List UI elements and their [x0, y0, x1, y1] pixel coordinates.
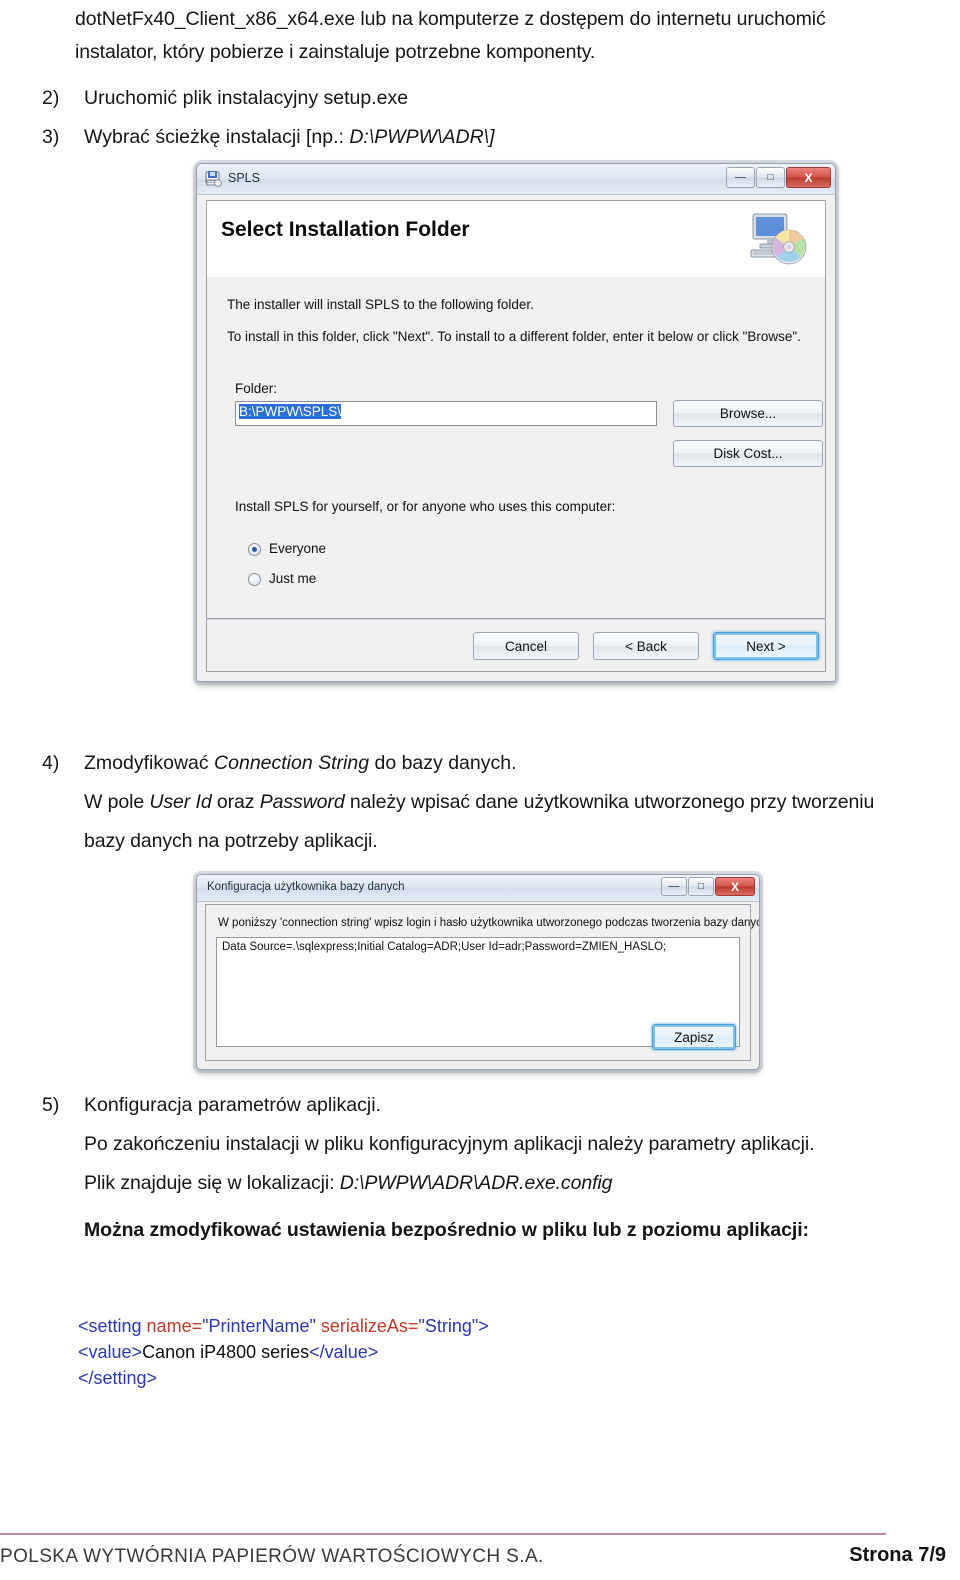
list-item-step-2: 2) Uruchomić plik instalacyjny setup.exe	[42, 79, 922, 118]
step-4-l2-prefix: W pole	[84, 791, 150, 813]
code-line1-tag-open: <setting	[78, 1316, 147, 1336]
back-button[interactable]: < Back	[593, 632, 699, 660]
maximize-icon: □	[767, 171, 774, 183]
folder-path-value: B:\PWPW\SPLS\	[239, 404, 342, 419]
disk-cost-button[interactable]: Disk Cost...	[673, 440, 823, 467]
save-button[interactable]: Zapisz	[652, 1024, 736, 1050]
step-3-path: D:\PWPW\ADR\]	[349, 126, 495, 148]
step-4-l2-mid: oraz	[211, 791, 260, 813]
config-minimize-button[interactable]: —	[661, 877, 687, 896]
footer-page-number: Strona 7/9	[849, 1544, 946, 1566]
installer-title-bar: SPLS — □ X	[197, 164, 835, 195]
radio-everyone[interactable]	[248, 543, 261, 556]
installer-instruction-line1: The installer will install SPLS to the f…	[227, 297, 534, 312]
step-3-prefix: Wybrać ścieżkę instalacji [np.:	[84, 126, 350, 148]
code-line1-attr-serializeas: serializeAs=	[320, 1316, 419, 1336]
step-4-l1-emphasis: Connection String	[214, 752, 370, 774]
code-line1-attr-name: name=	[146, 1316, 203, 1336]
code-line-1: <setting name="PrinterName" serializeAs=…	[78, 1313, 489, 1339]
minimize-icon: —	[735, 171, 746, 183]
maximize-button[interactable]: □	[756, 167, 785, 188]
code-line2-close-tag: </value>	[309, 1342, 379, 1362]
step-4-line3: bazy danych na potrzeby aplikacji.	[84, 830, 378, 852]
footer-divider	[0, 1533, 886, 1535]
footer-company-name: POLSKA WYTWÓRNIA PAPIERÓW WARTOŚCIOWYCH …	[0, 1546, 544, 1567]
config-window-controls: — □ X	[661, 877, 755, 896]
step-5-line3: Plik znajduje się w lokalizacji: D:\PWPW…	[84, 1164, 950, 1203]
intro-line1-text: dotNetFx40_Client_x86_x64.exe lub na kom…	[75, 8, 826, 30]
code-line1-tag-close: >	[478, 1316, 489, 1336]
code-line-2: <value>Canon iP4800 series</value>	[78, 1339, 489, 1365]
code-line3-close-tag: </setting>	[78, 1368, 158, 1388]
list-item-step-3: 3) Wybrać ścieżkę instalacji [np.: D:\PW…	[42, 118, 922, 157]
config-title-bar: Konfiguracja użytkownika bazy danych — □…	[197, 875, 759, 902]
installer-header-band: Select Installation Folder	[206, 200, 826, 278]
step-5-line2: Po zakończeniu instalacji w pliku konfig…	[84, 1133, 815, 1155]
step-3-number: 3)	[42, 126, 60, 148]
step-5-line1: Konfiguracja parametrów aplikacji.	[84, 1094, 381, 1116]
config-close-button[interactable]: X	[715, 877, 755, 896]
install-scope-label: Install SPLS for yourself, or for anyone…	[235, 499, 616, 514]
intro-line2-text: instalator, który pobierze i zainstaluje…	[75, 41, 596, 63]
list-item-step-4: 4) Zmodyfikować Connection String do baz…	[42, 744, 932, 783]
step-2-text: Uruchomić plik instalacyjny setup.exe	[84, 87, 409, 109]
step-4-line2: W pole User Id oraz Password należy wpis…	[84, 783, 950, 822]
config-maximize-icon: □	[697, 880, 705, 892]
installer-dialog-window: SPLS — □ X Select Installation Folder Th…	[196, 163, 836, 682]
radio-everyone-label: Everyone	[269, 541, 327, 556]
step-4-l1-prefix: Zmodyfikować	[84, 752, 215, 774]
step-4-number: 4)	[42, 752, 60, 774]
folder-field-label: Folder:	[235, 381, 278, 396]
installer-window-controls: — □ X	[726, 167, 831, 188]
config-title-text: Konfiguracja użytkownika bazy danych	[207, 881, 405, 893]
minimize-button[interactable]: —	[726, 167, 755, 188]
document-page: dotNetFx40_Client_x86_x64.exe lub na kom…	[0, 0, 960, 1580]
folder-path-input[interactable]: B:\PWPW\SPLS\	[235, 401, 657, 426]
step-3-text: Wybrać ścieżkę instalacji [np.: D:\PWPW\…	[84, 118, 922, 157]
step-4-userid: User Id	[149, 791, 212, 813]
config-minimize-icon: —	[668, 880, 680, 892]
config-maximize-button[interactable]: □	[688, 877, 714, 896]
step-2-number: 2)	[42, 87, 60, 109]
intro-paragraph-line2: instalator, który pobierze i zainstaluje…	[75, 33, 947, 72]
code-line1-attr-value: "PrinterName"	[202, 1316, 321, 1336]
code-line2-printer-name: Canon iP4800 series	[142, 1342, 310, 1362]
browse-button[interactable]: Browse...	[673, 400, 823, 427]
installer-header-title: Select Installation Folder	[221, 218, 470, 241]
code-line1-serializeas-value: "String"	[418, 1316, 479, 1336]
computer-disc-icon	[749, 211, 809, 267]
config-body: W poniższy 'connection string' wpisz log…	[205, 904, 759, 1061]
next-button[interactable]: Next >	[713, 632, 819, 660]
radio-just-me-label: Just me	[269, 571, 317, 586]
code-line-3: </setting>	[78, 1365, 489, 1391]
step-5-l3-prefix: Plik znajduje się w lokalizacji:	[84, 1172, 340, 1194]
installer-instruction-line2: To install in this folder, click "Next".…	[227, 329, 801, 344]
step-5-number: 5)	[42, 1094, 60, 1116]
step-4-l2-suffix: należy wpisać dane użytkownika utworzone…	[344, 791, 875, 813]
config-dialog-window: Konfiguracja użytkownika bazy danych — □…	[196, 874, 760, 1070]
config-instruction-text: W poniższy 'connection string' wpisz log…	[218, 917, 760, 929]
close-icon: X	[804, 170, 813, 185]
list-item-step-5: 5) Konfiguracja parametrów aplikacji.	[42, 1086, 932, 1125]
installer-title-text: SPLS	[228, 171, 260, 185]
cancel-button[interactable]: Cancel	[473, 632, 579, 660]
step-5-line4: Można zmodyfikować ustawienia bezpośredn…	[84, 1219, 809, 1241]
installer-button-bar: Cancel < Back Next >	[206, 619, 826, 672]
config-close-icon: X	[730, 879, 739, 894]
connection-string-value: Data Source=.\sqlexpress;Initial Catalog…	[222, 941, 667, 953]
step-4-line1: Zmodyfikować Connection String do bazy d…	[84, 744, 932, 783]
installer-body: The installer will install SPLS to the f…	[206, 277, 826, 619]
xml-code-block: <setting name="PrinterName" serializeAs=…	[78, 1313, 489, 1391]
close-button[interactable]: X	[786, 167, 831, 188]
step-4-l1-suffix: do bazy danych.	[369, 752, 517, 774]
code-line2-open-tag: <value>	[78, 1342, 143, 1362]
config-file-path: D:\PWPW\ADR\ADR.exe.config	[339, 1172, 613, 1194]
radio-just-me[interactable]	[248, 573, 261, 586]
installer-package-icon	[205, 170, 222, 187]
step-4-password: Password	[259, 791, 345, 813]
